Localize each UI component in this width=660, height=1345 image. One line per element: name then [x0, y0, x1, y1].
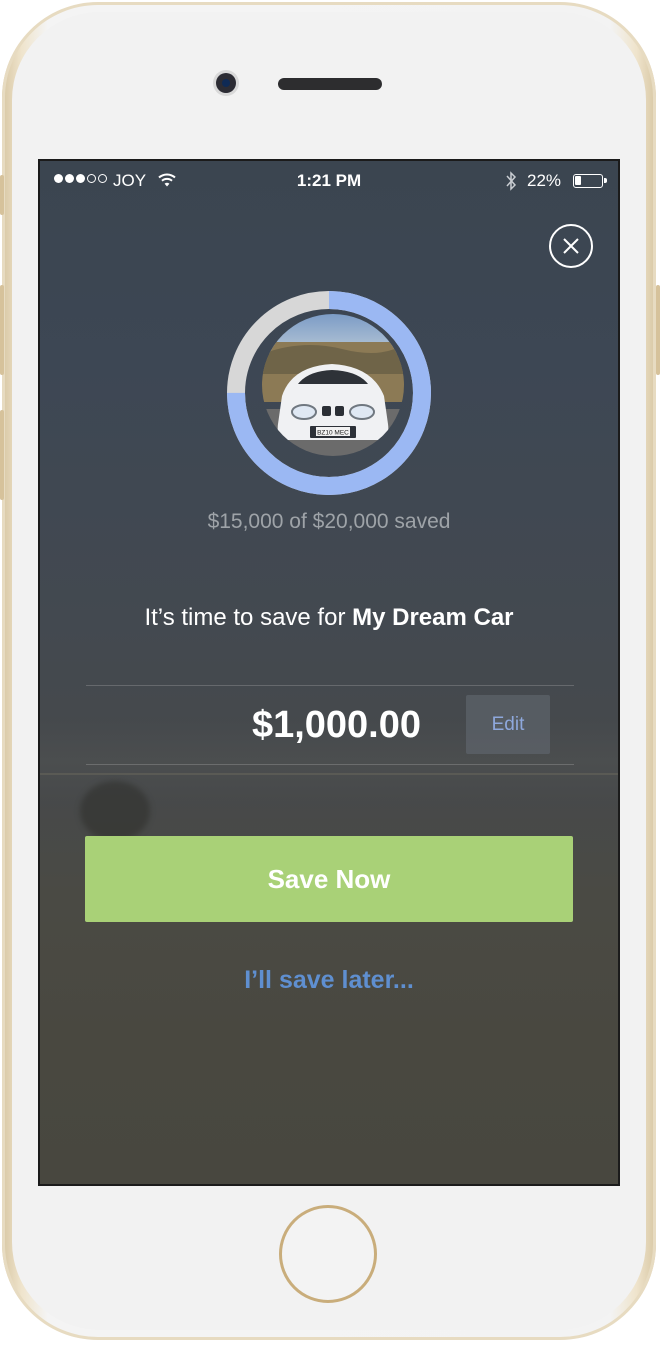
- background-horizon: [40, 773, 618, 775]
- close-button[interactable]: [549, 224, 593, 268]
- power-button: [656, 285, 660, 375]
- license-plate: BZ10 MEC: [317, 430, 349, 437]
- amount-row: $1,000.00 Edit: [86, 685, 574, 765]
- goal-photo: BZ10 MEC: [262, 314, 404, 456]
- front-camera: [216, 73, 236, 93]
- car-icon: BZ10 MEC: [262, 314, 404, 456]
- close-icon: [563, 238, 579, 254]
- save-now-button[interactable]: Save Now: [85, 836, 573, 922]
- goal-name: My Dream Car: [352, 604, 514, 631]
- save-later-link[interactable]: I’ll save later...: [40, 966, 618, 995]
- background-tree: [80, 781, 150, 841]
- save-amount: $1,000.00: [251, 704, 421, 746]
- app-screen: JOY 1:21 PM 22% BZ10 MEC $15,000 of $20,…: [38, 159, 620, 1186]
- status-bar: JOY 1:21 PM 22%: [40, 161, 618, 201]
- battery-icon: [573, 174, 607, 188]
- mute-switch: [0, 175, 4, 215]
- edit-amount-button[interactable]: Edit: [466, 695, 550, 754]
- volume-up-button: [0, 285, 4, 375]
- earpiece-speaker: [278, 78, 382, 90]
- prompt-prefix: It’s time to save for: [144, 604, 353, 631]
- save-prompt: It’s time to save for My Dream Car: [40, 604, 618, 632]
- battery-percentage: 22%: [527, 171, 562, 190]
- saved-progress-text: $15,000 of $20,000 saved: [207, 510, 451, 533]
- volume-down-button: [0, 410, 4, 500]
- home-button[interactable]: [279, 1205, 377, 1303]
- bluetooth-icon: [506, 171, 517, 191]
